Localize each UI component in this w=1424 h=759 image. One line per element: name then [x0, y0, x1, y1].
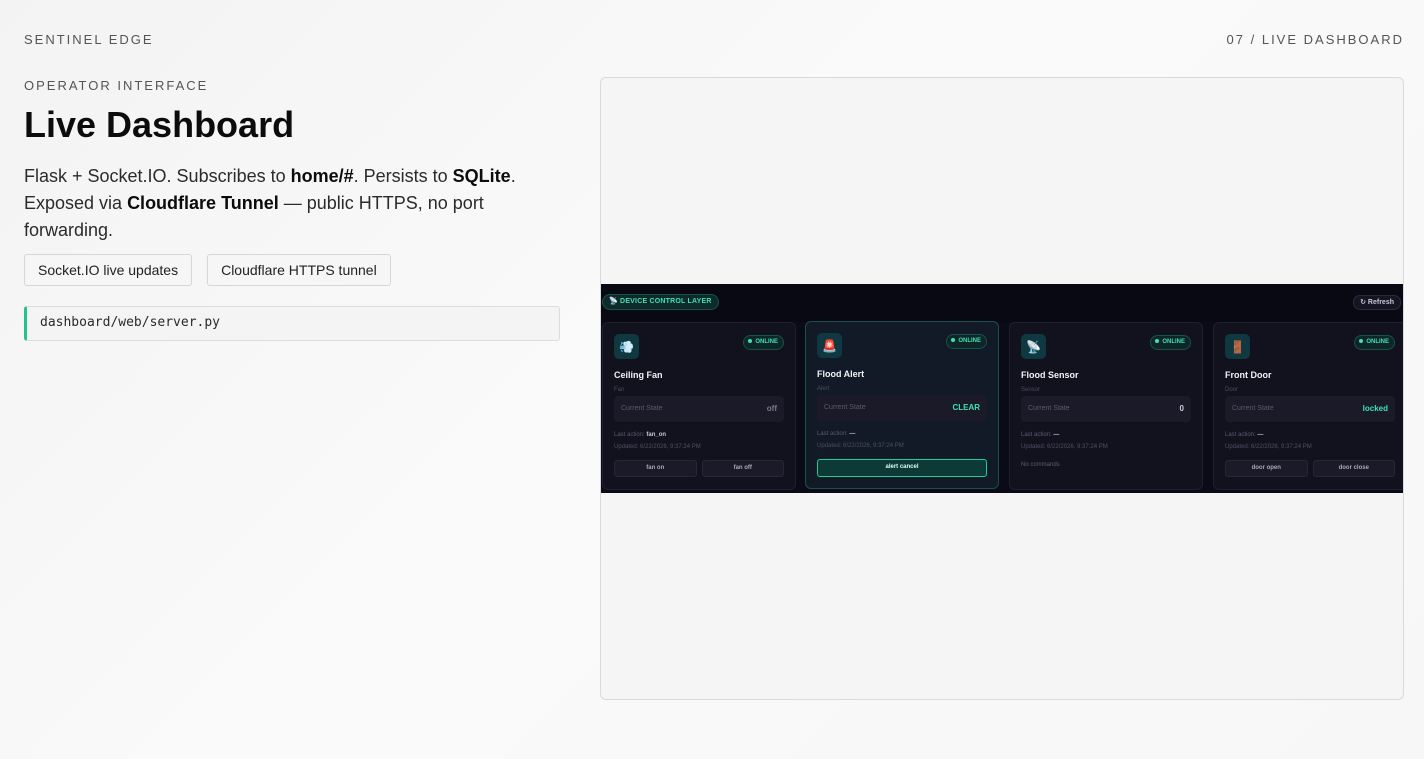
device-type: Sensor: [1021, 387, 1041, 393]
door-close-button[interactable]: door close: [1312, 460, 1395, 477]
last-action-value: —: [849, 431, 856, 437]
device-name: Ceiling Fan: [614, 370, 663, 380]
page-title: Live Dashboard: [24, 104, 295, 145]
feature-chips: Socket.IO live updates Cloudflare HTTPS …: [24, 254, 560, 286]
state-value: CLEAR: [952, 403, 980, 412]
current-state: Current State locked: [1225, 396, 1395, 422]
desc-tunnel: Cloudflare Tunnel: [127, 193, 279, 213]
status-dot-icon: [1155, 339, 1160, 344]
command-buttons: door open door close: [1225, 460, 1395, 477]
chip-socketio: Socket.IO live updates: [24, 254, 193, 286]
device-card-front-door: 🚪 ONLINE Front Door Door Current State l…: [1213, 322, 1403, 490]
desc-text-2: . Persists to: [353, 166, 453, 186]
online-badge: ONLINE: [1150, 335, 1191, 350]
eyebrow: OPERATOR INTERFACE: [24, 78, 209, 93]
command-buttons: fan on fan off: [614, 460, 784, 477]
desc-topic: home/#: [290, 166, 354, 186]
last-action: Last action: fan_on: [614, 432, 666, 438]
online-badge: ONLINE: [946, 334, 987, 349]
online-label: ONLINE: [958, 338, 981, 344]
device-type: Fan: [614, 387, 625, 393]
online-label: ONLINE: [1162, 339, 1185, 345]
current-state: Current State 0: [1021, 396, 1191, 422]
state-label: Current State: [621, 405, 663, 412]
current-state: Current State CLEAR: [817, 395, 987, 421]
last-action: Last action: —: [817, 431, 855, 437]
status-dot-icon: [1359, 339, 1364, 344]
online-label: ONLINE: [755, 339, 778, 345]
status-dot-icon: [748, 339, 753, 344]
status-dot-icon: [951, 338, 956, 343]
state-value: off: [766, 404, 777, 413]
device-name: Flood Sensor: [1021, 370, 1079, 380]
last-action-value: —: [1053, 432, 1060, 438]
top-bar: SENTINEL EDGE 07 / LIVE DASHBOARD: [24, 32, 1404, 47]
online-label: ONLINE: [1366, 339, 1389, 345]
online-badge: ONLINE: [743, 335, 784, 350]
fan-on-button[interactable]: fan on: [614, 460, 697, 477]
dashboard-screenshot: 📡 DEVICE CONTROL LAYER ↻ Refresh 💨 ONLIN…: [601, 284, 1403, 493]
door-open-button[interactable]: door open: [1225, 460, 1308, 477]
device-type: Door: [1225, 387, 1239, 393]
updated-timestamp: Updated: 6/22/2026, 9:37:24 PM: [817, 443, 904, 449]
command-buttons: alert cancel: [817, 459, 987, 477]
last-action-value: fan_on: [646, 432, 667, 438]
screenshot-frame: 📡 DEVICE CONTROL LAYER ↻ Refresh 💨 ONLIN…: [600, 77, 1404, 700]
state-value: locked: [1362, 404, 1388, 413]
last-action: Last action: —: [1021, 432, 1059, 438]
device-card-ceiling-fan: 💨 ONLINE Ceiling Fan Fan Current State o…: [602, 322, 796, 490]
device-type: Alert: [817, 386, 830, 392]
last-action-value: —: [1257, 432, 1264, 438]
updated-timestamp: Updated: 6/22/2026, 9:37:24 PM: [614, 444, 701, 450]
last-action: Last action: —: [1225, 432, 1263, 438]
state-value: 0: [1179, 404, 1184, 413]
state-label: Current State: [1028, 405, 1070, 412]
last-action-label: Last action:: [1225, 432, 1256, 438]
refresh-button[interactable]: ↻ Refresh: [1353, 295, 1401, 310]
fan-icon: 💨: [614, 334, 639, 359]
current-state: Current State off: [614, 396, 784, 422]
door-icon: 🚪: [1225, 334, 1250, 359]
device-name: Flood Alert: [817, 369, 865, 379]
device-card-flood-alert: 🚨 ONLINE Flood Alert Alert Current State…: [805, 321, 999, 489]
section-label: 07 / LIVE DASHBOARD: [1226, 32, 1404, 47]
desc-db: SQLite: [452, 166, 511, 186]
code-path: dashboard/web/server.py: [24, 306, 560, 341]
state-label: Current State: [1232, 405, 1274, 412]
siren-icon: 🚨: [817, 333, 842, 358]
last-action-label: Last action:: [817, 431, 848, 437]
screenshot-header: 📡 DEVICE CONTROL LAYER ↻ Refresh: [601, 284, 1403, 322]
intro-panel: OPERATOR INTERFACE Live Dashboard Flask …: [24, 78, 560, 341]
device-control-layer-badge: 📡 DEVICE CONTROL LAYER: [602, 294, 719, 310]
device-name: Front Door: [1225, 370, 1272, 380]
brand-label: SENTINEL EDGE: [24, 32, 154, 47]
description: Flask + Socket.IO. Subscribes to home/#.…: [24, 163, 544, 244]
satellite-antenna-icon: 📡: [1021, 334, 1046, 359]
state-label: Current State: [824, 404, 866, 411]
fan-off-button[interactable]: fan off: [701, 460, 784, 477]
last-action-label: Last action:: [614, 432, 645, 438]
alert-cancel-button[interactable]: alert cancel: [817, 459, 987, 477]
online-badge: ONLINE: [1354, 335, 1395, 350]
updated-timestamp: Updated: 6/22/2026, 9:37:24 PM: [1021, 444, 1108, 450]
chip-cloudflare: Cloudflare HTTPS tunnel: [207, 254, 391, 286]
device-card-flood-sensor: 📡 ONLINE Flood Sensor Sensor Current Sta…: [1009, 322, 1203, 490]
updated-timestamp: Updated: 6/22/2026, 9:37:24 PM: [1225, 444, 1312, 450]
last-action-label: Last action:: [1021, 432, 1052, 438]
no-commands-text: No commands: [1021, 462, 1060, 468]
desc-text-1: Flask + Socket.IO. Subscribes to: [24, 166, 291, 186]
